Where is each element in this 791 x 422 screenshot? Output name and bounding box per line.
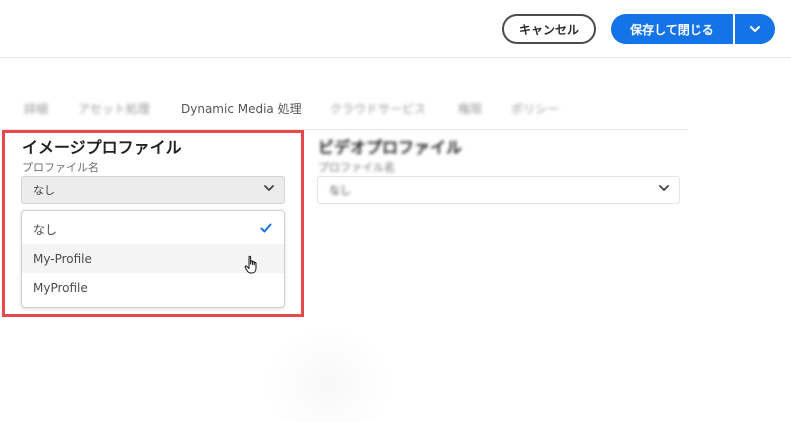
top-action-bar: キャンセル 保存して閉じる — [0, 0, 791, 58]
highlight-box — [2, 130, 304, 317]
tab-asset-processing[interactable]: アセット処理 — [78, 100, 150, 117]
hand-pointer-icon — [244, 255, 257, 274]
tab-cloud-services[interactable]: クラウドサービス — [330, 100, 426, 117]
video-profile-selected-value: なし — [329, 184, 351, 197]
save-and-close-button[interactable]: 保存して閉じる — [611, 14, 733, 44]
chevron-down-icon — [659, 185, 669, 191]
video-profile-select[interactable]: なし — [317, 176, 680, 204]
tab-details[interactable]: 詳細 — [24, 100, 48, 117]
tab-dynamic-media-processing[interactable]: Dynamic Media 処理 — [181, 100, 302, 117]
properties-tabs: 詳細 アセット処理 Dynamic Media 処理 クラウドサービス 権限 ポ… — [0, 92, 688, 130]
cancel-button[interactable]: キャンセル — [502, 14, 596, 44]
tab-permissions[interactable]: 権限 — [458, 100, 482, 117]
background-watermark — [258, 330, 398, 422]
chevron-down-icon — [750, 25, 760, 32]
video-profile-title: ビデオプロファイル — [318, 138, 463, 157]
video-profile-name-label: プロファイル名 — [318, 161, 395, 174]
tab-policies[interactable]: ポリシー — [511, 100, 559, 117]
save-options-button[interactable] — [735, 14, 775, 44]
